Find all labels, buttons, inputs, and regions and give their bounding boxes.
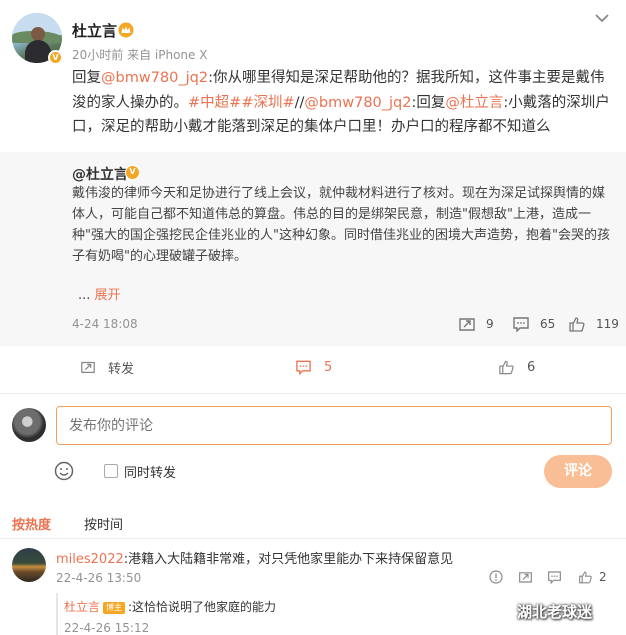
topic-link[interactable]: #深圳# [241, 95, 294, 111]
reply-text: 杜立言 博主:这恰恰说明了他家庭的能力 [64, 600, 277, 614]
also-repost-checkbox[interactable] [104, 464, 118, 478]
thumbs-up-icon [569, 317, 585, 332]
chevron-down-icon[interactable] [594, 12, 610, 24]
divider [0, 393, 626, 394]
divider [0, 538, 626, 539]
verified-badge-icon: V [48, 50, 63, 65]
comment-like-button[interactable]: 2 [578, 570, 607, 584]
commenter-avatar[interactable] [12, 548, 46, 582]
thumbs-up-icon [579, 571, 592, 584]
watermark: 湖北老球迷 [517, 603, 593, 621]
comment-repost-button[interactable] [518, 570, 533, 584]
comment-input[interactable] [56, 406, 612, 445]
also-repost-label: 同时转发 [124, 466, 177, 481]
comment-reply-button[interactable] [547, 570, 562, 584]
quoted-post-text: 戴伟浚的律师今天和足协进行了线上会议，就仲裁材料进行了核对。现在为深足试探舆情的… [72, 186, 610, 264]
comment-icon [548, 571, 561, 584]
repost-button[interactable]: 转发 [80, 357, 134, 377]
comment-text: miles2022:港籍入大陆籍非常难，对只凭他家里能办下来持保留意见 [56, 552, 454, 567]
comment-date: 22-4-26 13:50 [56, 571, 142, 585]
tab-sort-hot[interactable]: 按热度 [12, 514, 51, 533]
emoji-icon[interactable] [54, 461, 74, 481]
quoted-author-name[interactable]: @杜立言 [72, 164, 128, 184]
reply-date: 22-4-26 15:12 [64, 621, 150, 635]
commenter-name[interactable]: miles2022 [56, 552, 124, 567]
comment-icon [513, 317, 529, 332]
thumbs-up-icon [499, 360, 514, 375]
author-badge: 博主 [103, 602, 126, 614]
post-body: 回复@bmw780_jq2:你从哪里得知是深足帮助他的？据我所知，这件事主要是戴… [72, 70, 610, 135]
quoted-like-button[interactable]: 119 [568, 315, 619, 333]
repost-icon [81, 361, 95, 373]
verified-badge-icon: V [125, 165, 140, 180]
report-icon [489, 570, 503, 584]
quoted-date[interactable]: 4-24 18:08 [72, 317, 138, 331]
expand-link[interactable]: ... 展开 [78, 284, 121, 303]
submit-comment-button[interactable]: 评论 [544, 455, 612, 488]
topic-link[interactable]: #中超# [188, 95, 241, 111]
tab-sort-time[interactable]: 按时间 [84, 514, 123, 533]
repost-icon [459, 318, 475, 331]
post-meta: 20小时前 来自 iPhone X [72, 48, 208, 62]
mention-link[interactable]: @bmw780_jq2 [101, 70, 208, 86]
comment-button[interactable]: 5 [295, 357, 332, 377]
quoted-repost-button[interactable]: 9 [458, 315, 494, 333]
author-name[interactable]: 杜立言 [72, 20, 117, 41]
reply-author-name[interactable]: 杜立言 [64, 600, 100, 614]
quoted-comment-button[interactable]: 65 [512, 315, 555, 333]
my-avatar[interactable] [12, 408, 46, 442]
mention-link[interactable]: @bmw780_jq2 [304, 95, 411, 111]
comment-icon [296, 360, 311, 375]
repost-icon [519, 572, 532, 583]
comment-report-button[interactable] [489, 570, 503, 584]
mention-link[interactable]: @杜立言 [445, 95, 503, 111]
vip-crown-icon [118, 22, 134, 38]
like-button[interactable]: 6 [498, 357, 535, 377]
